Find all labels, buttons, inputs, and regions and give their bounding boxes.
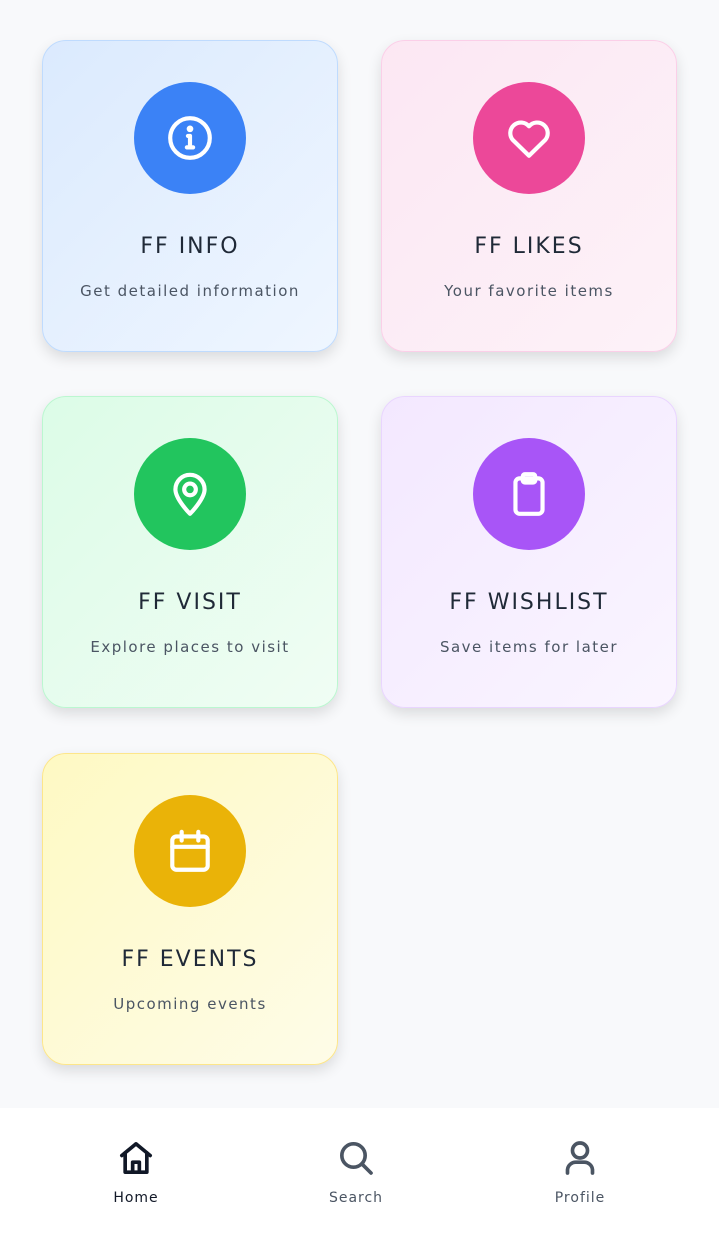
card-subtitle: Get detailed information	[80, 282, 300, 300]
nav-item-home[interactable]: Home	[76, 1138, 196, 1208]
card-wishlist[interactable]: FF WISHLIST Save items for later	[381, 396, 677, 708]
card-likes[interactable]: FF LIKES Your favorite items	[381, 40, 677, 352]
card-title: FF VISIT	[138, 590, 242, 615]
card-title: FF LIKES	[474, 234, 584, 259]
search-icon	[340, 1142, 373, 1175]
card-info[interactable]: FF INFO Get detailed information	[42, 40, 338, 352]
info-icon	[168, 116, 212, 160]
info-icon-circle	[134, 82, 246, 194]
card-visit[interactable]: FF VISIT Explore places to visit	[42, 396, 338, 708]
card-subtitle: Your favorite items	[444, 282, 614, 300]
card-title: FF EVENTS	[121, 947, 259, 972]
card-title: FF INFO	[140, 234, 240, 259]
nav-label-profile: Profile	[554, 1190, 606, 1206]
map-pin-icon	[173, 472, 207, 516]
calendar-icon-circle	[134, 795, 246, 907]
card-title: FF WISHLIST	[449, 590, 609, 615]
feature-grid: FF INFO Get detailed information FF LIKE…	[0, 0, 719, 1108]
nav-label-home: Home	[113, 1190, 159, 1206]
nav-item-search[interactable]: Search	[296, 1138, 416, 1208]
heart-icon	[508, 120, 550, 158]
card-events[interactable]: FF EVENTS Upcoming events	[42, 753, 338, 1065]
calendar-icon	[170, 829, 210, 872]
home-icon	[120, 1142, 153, 1174]
clipboard-icon-circle	[473, 438, 585, 550]
bottom-nav: Home Search Profile	[0, 1108, 719, 1234]
heart-icon-circle	[473, 82, 585, 194]
card-subtitle: Upcoming events	[113, 995, 267, 1013]
card-subtitle: Save items for later	[439, 638, 619, 656]
app-root: FF INFO Get detailed information FF LIKE…	[0, 0, 719, 1234]
user-icon	[565, 1141, 595, 1175]
clipboard-icon	[513, 472, 545, 516]
nav-item-profile[interactable]: Profile	[520, 1138, 640, 1208]
nav-label-search: Search	[328, 1190, 384, 1206]
map-pin-icon-circle	[134, 438, 246, 550]
card-subtitle: Explore places to visit	[90, 638, 290, 656]
